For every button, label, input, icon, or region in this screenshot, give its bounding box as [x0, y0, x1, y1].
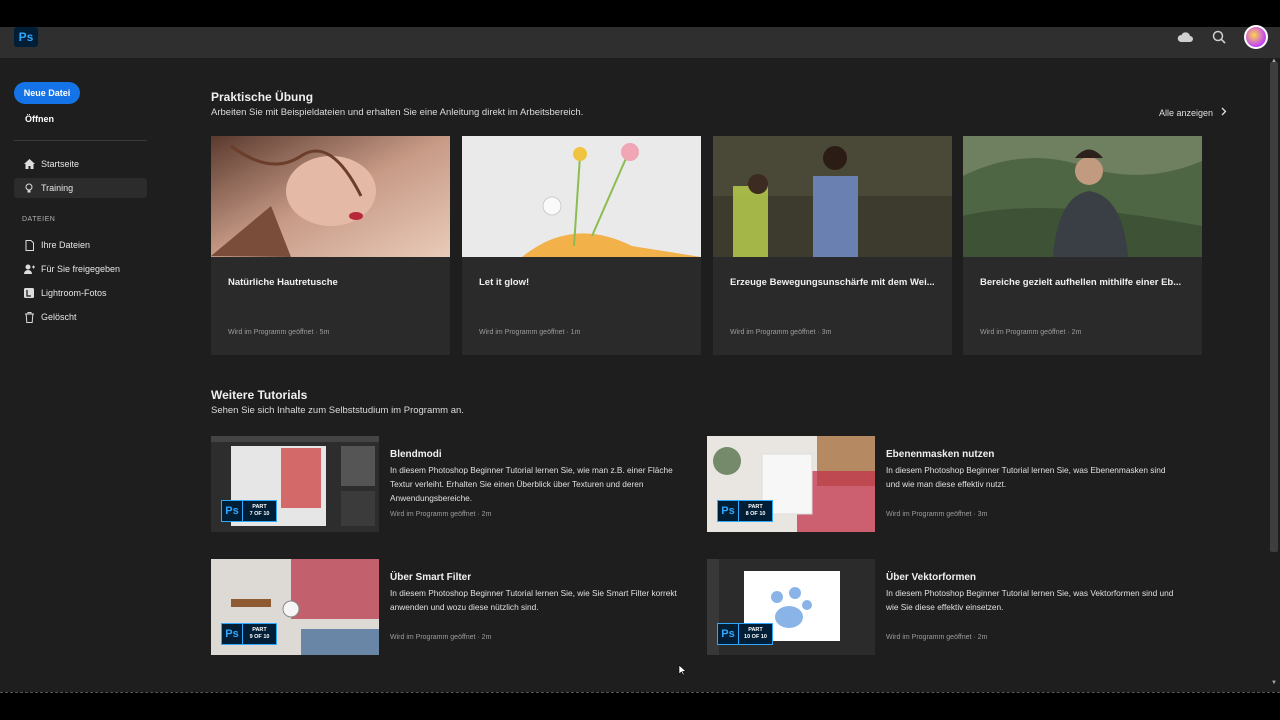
- home-icon: [22, 159, 36, 169]
- window-bottom-bar: [0, 692, 1280, 720]
- see-all-label: Alle anzeigen: [1159, 107, 1214, 118]
- practice-card[interactable]: Let it glow! Wird im Programm geöffnet ·…: [462, 136, 701, 355]
- card-meta: Wird im Programm geöffnet · 3m: [730, 329, 832, 336]
- lightroom-icon: [22, 288, 36, 298]
- photoshop-logo[interactable]: Ps: [14, 27, 38, 47]
- card-meta: Wird im Programm geöffnet · 5m: [228, 329, 330, 336]
- tutorial-thumbnail: Ps PART 8 OF 10: [707, 436, 875, 532]
- part-label: PART 8 OF 10: [739, 500, 773, 522]
- new-file-button[interactable]: Neue Datei: [14, 82, 80, 104]
- tutorial-thumbnail: Ps PART 7 OF 10: [211, 436, 379, 532]
- tutorial-title: Über Smart Filter: [390, 572, 472, 583]
- app-header: Ps: [0, 25, 1280, 58]
- practice-subtitle: Arbeiten Sie mit Beispieldateien und erh…: [211, 107, 584, 118]
- sidebar-item-home[interactable]: Startseite: [14, 154, 147, 174]
- sidebar-item-label: Gelöscht: [41, 312, 77, 322]
- card-thumbnail: [462, 136, 701, 257]
- sidebar-item-shared[interactable]: Für Sie freigegeben: [14, 259, 147, 279]
- window-top-bar: [0, 0, 1280, 27]
- trash-icon: [22, 311, 36, 323]
- tutorial-description: In diesem Photoshop Beginner Tutorial le…: [390, 588, 677, 612]
- part-badge: Ps PART 7 OF 10: [221, 500, 277, 522]
- sidebar-item-your-files[interactable]: Ihre Dateien: [14, 235, 147, 255]
- sidebar-item-label: Für Sie freigegeben: [41, 264, 121, 274]
- tutorial-title: Ebenenmasken nutzen: [886, 449, 995, 460]
- tutorial-description: In diesem Photoshop Beginner Tutorial le…: [886, 588, 1174, 612]
- open-button[interactable]: Öffnen: [25, 114, 54, 124]
- practice-card[interactable]: Erzeuge Bewegungsunschärfe mit dem Wei..…: [713, 136, 952, 355]
- tutorial-meta: Wird im Programm geöffnet · 2m: [390, 511, 492, 518]
- practice-title: Praktische Übung: [211, 90, 314, 104]
- sidebar-item-label: Training: [41, 183, 74, 193]
- tutorial-meta: Wird im Programm geöffnet · 2m: [390, 634, 492, 641]
- header-actions: [1176, 25, 1268, 49]
- tutorial-description: In diesem Photoshop Beginner Tutorial le…: [886, 465, 1166, 489]
- sidebar-item-label: Startseite: [41, 159, 80, 169]
- ps-badge: Ps: [221, 500, 243, 522]
- tutorial-meta: Wird im Programm geöffnet · 2m: [886, 634, 988, 641]
- tutorial-title: Über Vektorformen: [886, 572, 977, 583]
- tutorial-item[interactable]: Ps PART 9 OF 10 Über Smart Filter In dies…: [211, 559, 681, 655]
- ps-badge: Ps: [221, 623, 243, 645]
- tutorial-thumbnail: Ps PART 10 OF 10: [707, 559, 875, 655]
- tutorial-item[interactable]: Ps PART 8 OF 10 Ebenenmasken nutzen In di…: [707, 436, 1177, 532]
- tutorial-meta: Wird im Programm geöffnet · 3m: [886, 511, 988, 518]
- part-badge: Ps PART 10 OF 10: [717, 623, 773, 645]
- part-badge: Ps PART 8 OF 10: [717, 500, 773, 522]
- sidebar-item-label: Lightroom-Fotos: [41, 288, 107, 298]
- cloud-icon[interactable]: [1176, 28, 1194, 46]
- shared-user-icon: [22, 264, 36, 274]
- card-thumbnail: [713, 136, 952, 257]
- tutorial-thumbnail: Ps PART 9 OF 10: [211, 559, 379, 655]
- tutorials-subtitle: Sehen Sie sich Inhalte zum Selbststudium…: [211, 405, 464, 416]
- part-label: PART 10 OF 10: [739, 623, 773, 645]
- file-icon: [22, 239, 36, 251]
- practice-card[interactable]: Bereiche gezielt aufhellen mithilfe eine…: [963, 136, 1202, 355]
- card-thumbnail: [211, 136, 450, 257]
- sidebar-item-label: Ihre Dateien: [41, 240, 91, 250]
- sidebar: Neue Datei Öffnen Startseite Training DA…: [0, 58, 160, 692]
- card-meta: Wird im Programm geöffnet · 2m: [980, 329, 1082, 336]
- sidebar-item-training[interactable]: Training: [14, 178, 147, 198]
- tutorial-item[interactable]: Ps PART 7 OF 10 Blendmodi In diesem Photo…: [211, 436, 681, 532]
- lightbulb-icon: [22, 183, 36, 194]
- scrollbar-thumb[interactable]: [1270, 62, 1278, 552]
- search-icon[interactable]: [1210, 28, 1228, 46]
- scroll-down-arrow[interactable]: ▼: [1270, 680, 1278, 686]
- home-screen: Neue Datei Öffnen Startseite Training DA…: [0, 58, 1280, 692]
- card-title: Let it glow!: [479, 277, 530, 288]
- user-avatar[interactable]: [1244, 25, 1268, 49]
- chevron-right-icon: [1221, 107, 1227, 118]
- part-label: PART 7 OF 10: [243, 500, 277, 522]
- tutorial-description: In diesem Photoshop Beginner Tutorial le…: [390, 465, 673, 503]
- ps-badge: Ps: [717, 500, 739, 522]
- card-title: Natürliche Hautretusche: [228, 277, 338, 288]
- sidebar-divider: [14, 140, 147, 141]
- card-meta: Wird im Programm geöffnet · 1m: [479, 329, 581, 336]
- ps-badge: Ps: [717, 623, 739, 645]
- tutorial-item[interactable]: Ps PART 10 OF 10 Über Vektorformen In die…: [707, 559, 1177, 655]
- files-heading: DATEIEN: [22, 216, 56, 223]
- sidebar-item-deleted[interactable]: Gelöscht: [14, 307, 147, 327]
- see-all-link[interactable]: Alle anzeigen: [1159, 107, 1227, 118]
- card-title: Bereiche gezielt aufhellen mithilfe eine…: [980, 277, 1182, 288]
- part-badge: Ps PART 9 OF 10: [221, 623, 277, 645]
- tutorials-title: Weitere Tutorials: [211, 388, 308, 402]
- card-thumbnail: [963, 136, 1202, 257]
- tutorial-title: Blendmodi: [390, 449, 442, 460]
- part-label: PART 9 OF 10: [243, 623, 277, 645]
- sidebar-item-lightroom[interactable]: Lightroom-Fotos: [14, 283, 147, 303]
- mouse-cursor: [678, 664, 687, 676]
- card-title: Erzeuge Bewegungsunschärfe mit dem Wei..…: [730, 277, 935, 288]
- practice-card[interactable]: Natürliche Hautretusche Wird im Programm…: [211, 136, 450, 355]
